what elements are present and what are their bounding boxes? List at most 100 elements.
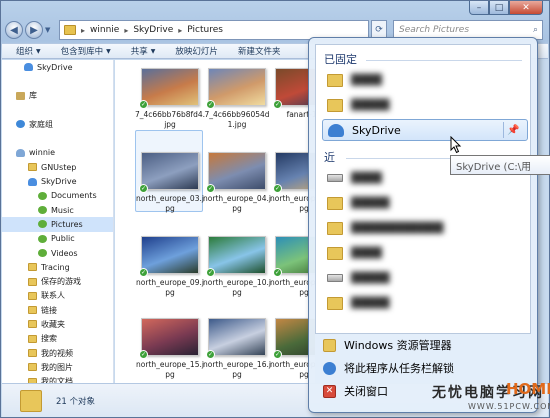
nav-item-label: 我的文档 [41,377,73,383]
drive-icon [327,274,343,282]
file-name: north_europe_04.jpg [203,194,271,213]
folder-icon [64,25,76,35]
file-view: ✓ 7_4c66bb76b8fd4.jpg ✓ 7_4c66bb96054d1.jpg… [115,60,315,383]
nav-item-我的视频[interactable]: 我的视频 [2,346,113,360]
nav-item-winnie[interactable]: winnie [2,146,113,160]
task-windows-explorer[interactable]: Windows 资源管理器 [323,336,452,354]
nav-item-music[interactable]: Music [2,203,113,217]
breadcrumb-separator[interactable]: ▸ [178,26,182,35]
share-label: 共享 [130,47,148,57]
nav-item-public[interactable]: Public [2,232,113,246]
sync-status-icon: ✓ [273,268,282,277]
synced-folder-icon [38,206,47,215]
synced-folder-icon [38,234,47,243]
breadcrumb-pictures[interactable]: Pictures [187,25,223,35]
folder-icon [327,196,343,210]
nav-item-链接[interactable]: 链接 [2,303,113,317]
nav-item-保存的游戏[interactable]: 保存的游戏 [2,274,113,288]
share-menu[interactable]: 共享 ▼ [131,45,156,57]
jump-list-item[interactable]: █████ [322,292,528,314]
chevron-down-icon: ▼ [106,47,111,55]
pinned-heading: 已固定 [324,53,357,66]
nav-item-库[interactable]: 库 [2,89,113,103]
search-icon[interactable]: ⌕ [533,25,538,35]
nav-item-联系人[interactable]: 联系人 [2,289,113,303]
file-thumbnail[interactable]: ✓ [139,152,199,193]
folder-icon [28,263,37,272]
jump-list-item[interactable]: ████ [322,69,528,91]
file-thumbnail[interactable]: ✓ [206,318,266,359]
recent-heading: 近 [324,151,335,164]
jump-list-item-label: SkyDrive [352,123,401,137]
file-thumbnail[interactable]: ✓ [139,236,199,277]
nav-item-家庭组[interactable]: 家庭组 [2,117,113,131]
forward-arrow-icon: ▶ [30,24,38,36]
slideshow-button[interactable]: 放映幻灯片 [175,45,218,57]
task-close-window[interactable]: ✕ 关闭窗口 [323,382,388,400]
folder-icon [28,163,37,172]
jump-list-item-label: █████ [351,197,390,209]
file-thumbnail[interactable]: ✓ [206,152,266,193]
forward-button[interactable]: ▶ [25,21,43,39]
organize-menu[interactable]: 组织 ▼ [16,45,41,57]
folder-icon [28,349,37,358]
jump-list-item[interactable]: ████████████ [322,217,528,239]
file-thumbnail[interactable]: ✓ [139,68,199,109]
jump-list-item-skydrive[interactable]: SkyDrive 📌 [322,119,528,141]
nav-item-skydrive[interactable]: SkyDrive [2,60,113,74]
close-window-icon: ✕ [323,384,336,398]
nav-item-skydrive[interactable]: SkyDrive [2,174,113,188]
nav-item-tracing[interactable]: Tracing [2,260,113,274]
nav-item-gnustep[interactable]: GNUstep [2,160,113,174]
folder-icon [20,389,42,412]
sync-status-icon: ✓ [206,350,215,359]
nav-item-label: Documents [51,191,97,201]
new-folder-label: 新建文件夹 [237,47,281,57]
jump-list-item[interactable]: █████ [322,192,528,214]
recent-pages-dropdown[interactable]: ▼ [45,26,55,34]
new-folder-button[interactable]: 新建文件夹 [238,45,281,57]
nav-item-收藏夹[interactable]: 收藏夹 [2,317,113,331]
jump-list-item[interactable]: █████ [322,267,528,289]
nav-item-documents[interactable]: Documents [2,189,113,203]
file-thumbnail[interactable]: ✓ [139,318,199,359]
breadcrumb-separator[interactable]: ▸ [81,26,85,35]
nav-item-label: 收藏夹 [41,319,65,329]
caption-buttons: – □ ✕ [469,1,543,15]
minimize-button[interactable]: – [469,1,489,15]
file-thumbnail[interactable]: ✓ [206,236,266,277]
close-button[interactable]: ✕ [509,1,543,15]
unpin-icon [323,361,336,375]
pin-icon[interactable]: 📌 [503,122,523,138]
nav-item-label: 搜索 [41,334,57,344]
sync-status-icon: ✓ [273,100,282,109]
jump-list-item[interactable]: ████ [322,242,528,264]
homegroup-icon [16,120,25,129]
breadcrumb-winnie[interactable]: winnie [90,25,119,35]
file-name: north_europe_10.jpg [203,278,271,297]
nav-item-pictures[interactable]: Pictures [2,217,113,232]
search-placeholder: Search Pictures [399,25,470,35]
task-unpin-from-taskbar[interactable]: 将此程序从任务栏解锁 [323,359,454,377]
nav-item-我的图片[interactable]: 我的图片 [2,360,113,374]
jump-list-item[interactable]: █████ [322,94,528,116]
slideshow-label: 放映幻灯片 [175,47,218,57]
folder-icon [327,98,343,112]
maximize-button[interactable]: □ [489,1,509,15]
breadcrumb-separator[interactable]: ▸ [124,26,128,35]
nav-item-我的文档[interactable]: 我的文档 [2,375,113,383]
folder-icon [327,296,343,310]
breadcrumb-skydrive[interactable]: SkyDrive [133,25,173,35]
jump-list-items: 已固定 近 ████ █████ SkyDrive 📌 ████ █████ ███████… [315,44,531,334]
back-button[interactable]: ◀ [5,21,23,39]
nav-item-搜索[interactable]: 搜索 [2,332,113,346]
nav-item-label: Tracing [41,262,70,272]
file-thumbnail[interactable]: ✓ [206,68,266,109]
include-in-library-menu[interactable]: 包含到库中 ▼ [61,45,111,57]
folder-icon [28,291,37,300]
item-count: 21 个对象 [56,396,96,407]
jump-list-item-label: ████████████ [351,222,444,234]
file-name: north_europe_15.jpg [136,360,204,379]
nav-item-videos[interactable]: Videos [2,246,113,260]
file-name: north_europe_09.jpg [136,278,204,297]
